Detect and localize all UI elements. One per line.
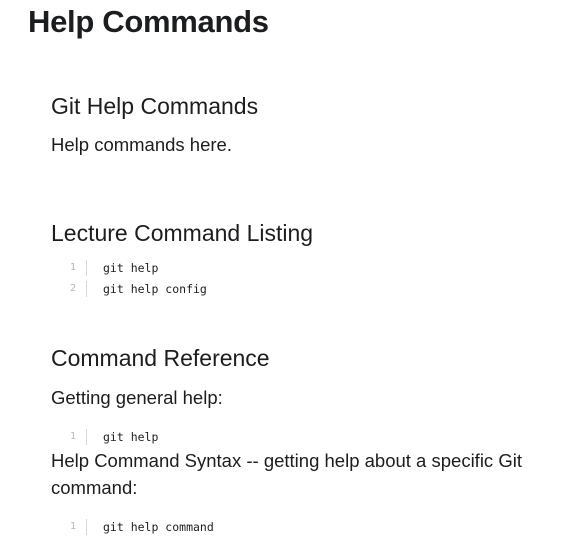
section-paragraph: Getting general help:	[51, 387, 223, 408]
code-gutter	[86, 259, 87, 276]
code-line: 1 git help	[51, 257, 551, 278]
code-block-lecture-listing: 1 git help 2 git help config	[51, 257, 551, 299]
code-block-general-help: 1 git help	[51, 426, 551, 447]
code-gutter	[86, 518, 87, 535]
code-text: git help	[103, 429, 159, 444]
section-heading-command-reference: Command Reference	[51, 345, 270, 371]
code-text: git help command	[103, 519, 214, 534]
code-block-specific-help: 1 git help command	[51, 516, 551, 537]
line-number: 1	[69, 262, 76, 273]
code-line: 2 git help config	[51, 278, 551, 299]
code-gutter	[86, 428, 87, 445]
code-line: 1 git help command	[51, 516, 551, 537]
page-title: Help Commands	[28, 4, 269, 39]
line-number: 1	[69, 521, 76, 532]
section-heading-lecture-command-listing: Lecture Command Listing	[51, 220, 314, 246]
code-gutter	[86, 280, 87, 297]
code-text: git help	[103, 260, 159, 275]
code-text: git help config	[103, 281, 207, 296]
section-paragraph: Help Command Syntax -- getting help abou…	[51, 450, 522, 498]
code-line: 1 git help	[51, 426, 551, 447]
page: Help Commands Git Help Commands Help com…	[0, 0, 576, 547]
section-heading-git-help-commands: Git Help Commands	[51, 93, 259, 119]
section-paragraph: Help commands here.	[51, 134, 232, 155]
line-number: 2	[69, 283, 76, 294]
line-number: 1	[69, 431, 76, 442]
